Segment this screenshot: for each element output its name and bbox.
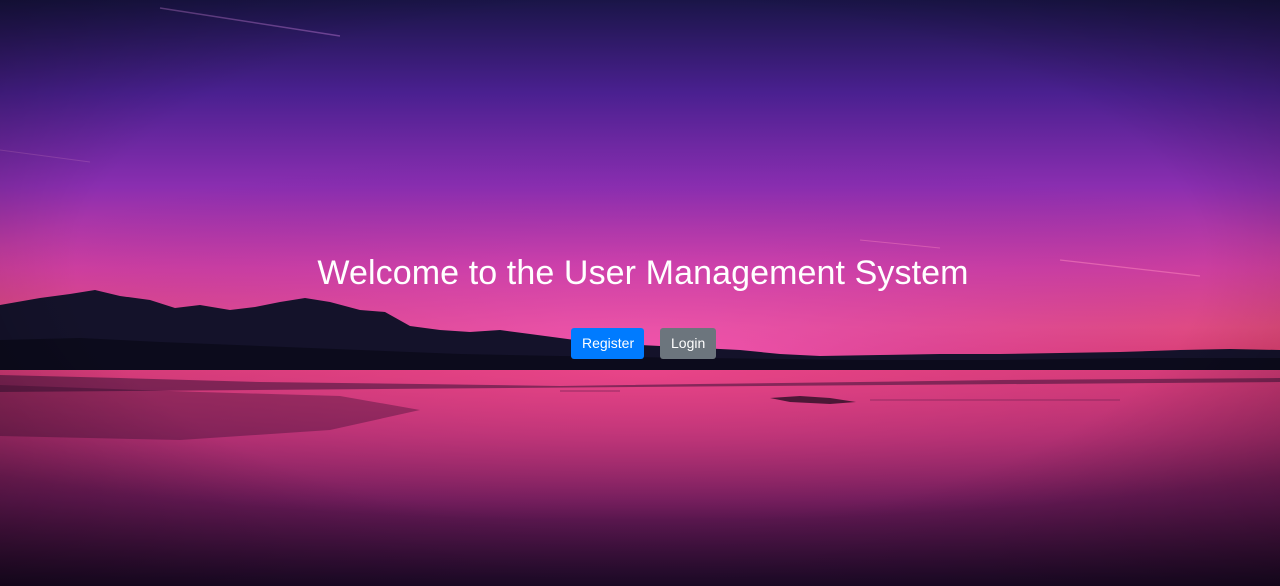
page-title: Welcome to the User Management System	[317, 254, 969, 292]
register-button[interactable]: Register	[571, 328, 644, 359]
hero-section: Welcome to the User Management System Re…	[0, 0, 1280, 586]
login-button[interactable]: Login	[660, 328, 716, 359]
hero-content: Welcome to the User Management System Re…	[0, 0, 1280, 586]
